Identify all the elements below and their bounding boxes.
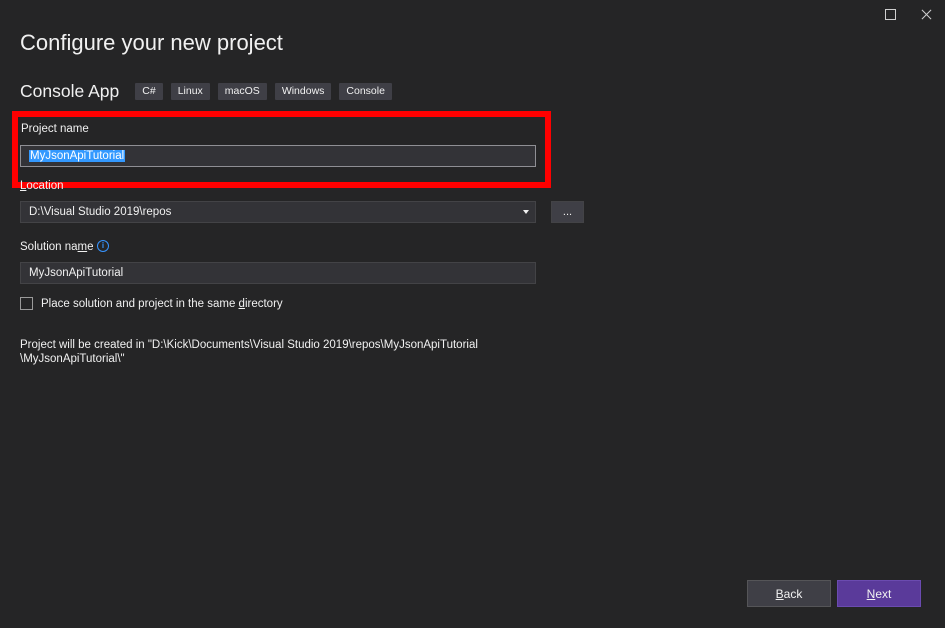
- project-path-note: Project will be created in "D:\Kick\Docu…: [20, 339, 478, 365]
- next-button[interactable]: Next: [837, 580, 921, 607]
- location-label: Location: [20, 180, 64, 192]
- chevron-down-icon: [523, 210, 529, 214]
- info-icon[interactable]: i: [97, 240, 109, 252]
- maximize-button[interactable]: [879, 4, 901, 24]
- location-value: D:\Visual Studio 2019\repos: [29, 206, 172, 218]
- window-controls: [879, 4, 937, 24]
- same-directory-label[interactable]: Place solution and project in the same d…: [41, 298, 283, 310]
- tag-console: Console: [339, 83, 392, 100]
- back-button[interactable]: Back: [747, 580, 831, 607]
- maximize-icon: [884, 8, 896, 20]
- solution-name-value: MyJsonApiTutorial: [29, 267, 124, 279]
- solution-name-input[interactable]: MyJsonApiTutorial: [20, 262, 536, 284]
- location-dropdown[interactable]: D:\Visual Studio 2019\repos: [20, 201, 536, 223]
- same-directory-checkbox[interactable]: [20, 297, 33, 310]
- tag-windows: Windows: [274, 83, 332, 100]
- tag-macos: macOS: [217, 83, 267, 100]
- project-name-value: MyJsonApiTutorial: [29, 150, 126, 162]
- template-name: Console App: [20, 81, 120, 101]
- close-icon: [921, 9, 932, 20]
- page-title: Configure your new project: [20, 30, 283, 55]
- project-name-label: Project name: [21, 123, 89, 135]
- tag-csharp: C#: [135, 83, 163, 100]
- tag-linux: Linux: [170, 83, 210, 100]
- close-button[interactable]: [915, 4, 937, 24]
- template-row: Console App C# Linux macOS Windows Conso…: [20, 81, 400, 102]
- project-name-input[interactable]: MyJsonApiTutorial: [20, 145, 536, 167]
- browse-button[interactable]: ...: [551, 201, 584, 223]
- solution-name-label: Solution name: [20, 241, 94, 253]
